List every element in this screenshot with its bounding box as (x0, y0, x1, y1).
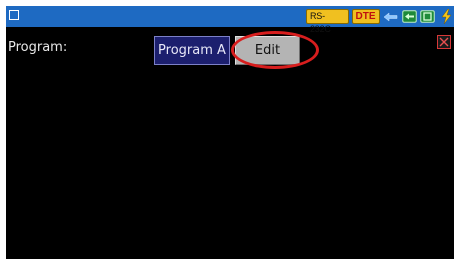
program-label: Program: (8, 40, 68, 55)
program-select[interactable]: Program A (154, 36, 230, 65)
edit-button[interactable]: Edit (235, 36, 300, 65)
power-icon (439, 9, 454, 24)
card-icon (420, 9, 436, 24)
close-icon (439, 37, 449, 47)
menu-icon[interactable] (9, 10, 19, 20)
status-area: RS-232C DTE (306, 9, 454, 34)
device-screen: RS-232C DTE Program: Program A Edit (6, 6, 454, 259)
title-bar: RS-232C DTE (6, 6, 454, 34)
close-button[interactable] (437, 35, 451, 49)
usb-icon (402, 9, 418, 24)
dte-badge: DTE (351, 9, 380, 24)
arrow-left-icon (383, 9, 399, 24)
rs232c-badge: RS-232C (306, 9, 349, 34)
